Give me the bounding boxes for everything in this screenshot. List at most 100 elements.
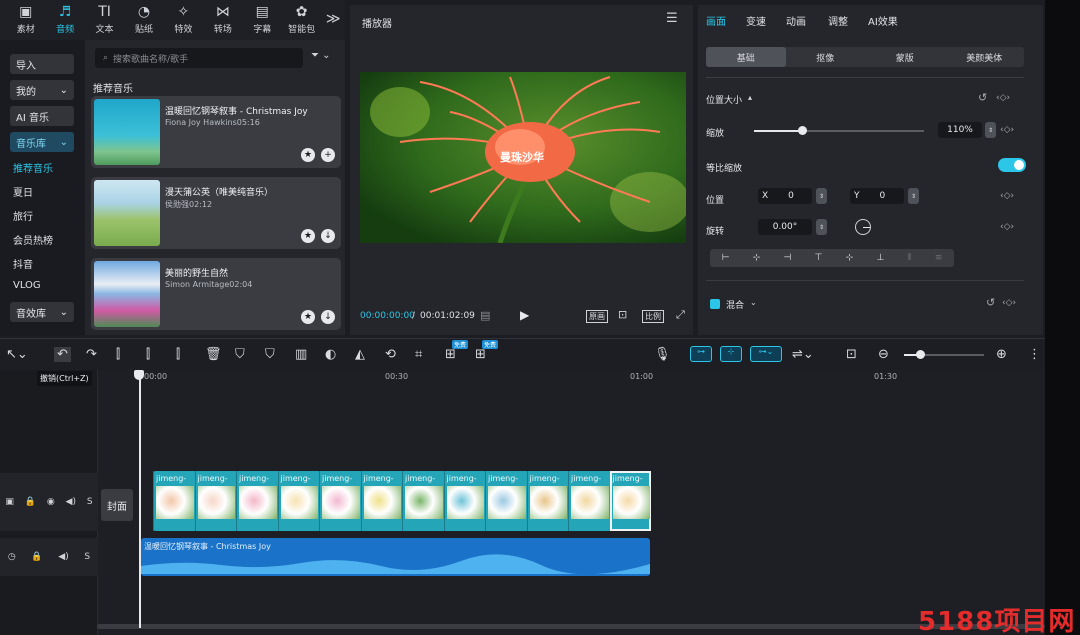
- keyframe-icon[interactable]: ‹◇›: [1000, 191, 1014, 201]
- lock-icon[interactable]: 🔒: [31, 552, 42, 562]
- snapshot-icon[interactable]: ⊡: [618, 308, 627, 321]
- y-field[interactable]: Y0: [850, 188, 904, 204]
- zoom-in-icon[interactable]: ⊕: [996, 347, 1007, 362]
- tool-media[interactable]: ▣ 素材: [6, 0, 45, 40]
- add-button[interactable]: +: [321, 148, 335, 162]
- playhead[interactable]: [139, 370, 141, 628]
- video-clip[interactable]: jimeng-: [319, 471, 361, 531]
- tool-text[interactable]: TI 文本: [85, 0, 124, 40]
- video-clip[interactable]: jimeng-: [194, 471, 237, 531]
- tab-picture[interactable]: 画面: [706, 13, 726, 28]
- download-button[interactable]: ↓: [321, 310, 335, 324]
- tab-adjust[interactable]: 调整: [828, 13, 848, 28]
- volume-icon[interactable]: ◀): [66, 497, 76, 507]
- main-track-magnet-button[interactable]: ⊶: [690, 346, 712, 362]
- video-clip[interactable]: jimeng-: [568, 471, 610, 531]
- split-icon[interactable]: ⫿: [116, 347, 120, 362]
- shield-icon[interactable]: ⛉: [265, 347, 275, 362]
- rotation-dial[interactable]: [855, 219, 871, 235]
- search-input[interactable]: ⌕ 搜索歌曲名称/歌手: [95, 48, 303, 68]
- solo-icon[interactable]: S: [87, 497, 93, 507]
- y-stepper[interactable]: ⇕: [908, 188, 919, 204]
- video-clip[interactable]: jimeng-: [485, 471, 527, 531]
- lock-icon[interactable]: 🔒: [25, 497, 36, 507]
- nav-item-summer[interactable]: 夏日: [13, 184, 85, 200]
- redo-icon[interactable]: ↷: [86, 347, 97, 362]
- mark-icon[interactable]: ⛉: [235, 347, 245, 362]
- keyframe-icon[interactable]: ‹◇›: [1002, 298, 1016, 308]
- crop-icon[interactable]: ⌗: [415, 347, 422, 362]
- delete-icon[interactable]: 🗑: [205, 347, 222, 362]
- volume-icon[interactable]: ◀): [58, 552, 68, 562]
- playhead-handle[interactable]: [134, 370, 144, 380]
- distribute-h-icon[interactable]: ⦀: [908, 253, 912, 263]
- x-stepper[interactable]: ⇕: [816, 188, 827, 204]
- music-card[interactable]: 温暖回忆钢琴叙事 - Christmas Joy Fiona Joy Hawki…: [91, 96, 341, 168]
- import-button[interactable]: 导入: [10, 54, 74, 74]
- video-clip[interactable]: jimeng-: [402, 471, 444, 531]
- fit-timeline-icon[interactable]: ⊡: [846, 347, 857, 362]
- select-tool-icon[interactable]: ↖⌄: [6, 347, 28, 362]
- download-button[interactable]: ↓: [321, 229, 335, 243]
- scale-slider-knob[interactable]: [797, 126, 807, 135]
- uniform-scale-toggle[interactable]: [998, 158, 1026, 172]
- align-left-icon[interactable]: ⊢: [722, 253, 730, 263]
- music-library-dropdown[interactable]: 音乐库 ⌄: [10, 132, 74, 152]
- align-right-icon[interactable]: ⊣: [784, 253, 792, 263]
- video-clip[interactable]: jimeng-: [236, 471, 278, 531]
- nav-item-vlog[interactable]: VLOG: [13, 280, 85, 296]
- video-preview[interactable]: 曼珠沙华: [360, 72, 686, 243]
- time-ruler[interactable]: 00:00 00:30 01:00 01:30: [130, 370, 1045, 388]
- reset-icon[interactable]: ↺: [986, 296, 995, 309]
- distribute-v-icon[interactable]: ≡: [935, 253, 943, 263]
- trim-left-icon[interactable]: ⫿: [146, 347, 150, 362]
- scale-field[interactable]: 110%: [938, 122, 982, 138]
- nav-item-recommended[interactable]: 推荐音乐: [13, 160, 85, 176]
- subtab-beauty[interactable]: 美颜美体: [945, 47, 1025, 67]
- undo-icon[interactable]: ↶: [54, 347, 71, 362]
- filter-button[interactable]: ⏷ ⌄: [311, 50, 331, 61]
- ai-tool-icon[interactable]: ⊞: [475, 347, 486, 362]
- scale-stepper[interactable]: ⇕: [985, 122, 996, 138]
- zoom-slider-knob[interactable]: [916, 350, 925, 359]
- tool-transition[interactable]: ⋈ 转场: [203, 0, 242, 40]
- timeline[interactable]: ▣ 🔒 ◉ ◀) S ◷ 🔒 ◀) S 封面 00:00 00:30 01:00…: [0, 370, 1045, 635]
- blend-checkbox[interactable]: [710, 299, 720, 309]
- auto-snap-button[interactable]: ⊹: [720, 346, 742, 362]
- waveform-toggle-icon[interactable]: ▤: [480, 309, 490, 322]
- nav-item-vip-hot[interactable]: 会员热榜: [13, 232, 85, 248]
- tool-audio[interactable]: ♬ 音频: [45, 0, 84, 40]
- favorite-button[interactable]: ★: [301, 229, 315, 243]
- favorite-button[interactable]: ★: [301, 148, 315, 162]
- keyframe-icon[interactable]: ‹◇›: [1000, 125, 1014, 135]
- tab-animation[interactable]: 动画: [786, 13, 806, 28]
- keyframe-icon[interactable]: ‹◇›: [1000, 222, 1014, 232]
- smart-crop-icon[interactable]: ⊞: [445, 347, 456, 362]
- freeze-icon[interactable]: ▥: [295, 347, 307, 362]
- tab-speed[interactable]: 变速: [746, 13, 766, 28]
- nav-item-douyin[interactable]: 抖音: [13, 256, 85, 272]
- trim-right-icon[interactable]: ⫿: [176, 347, 180, 362]
- caret-up-icon[interactable]: ▴: [748, 93, 752, 102]
- align-center-v-icon[interactable]: ⊹: [846, 253, 854, 263]
- mirror-icon[interactable]: ◭: [355, 347, 365, 362]
- menu-icon[interactable]: ☰: [666, 11, 678, 26]
- subtab-basic[interactable]: 基础: [706, 47, 786, 67]
- original-quality-button[interactable]: 原画: [586, 310, 608, 323]
- favorite-button[interactable]: ★: [301, 310, 315, 324]
- microphone-icon[interactable]: 🎙: [654, 347, 671, 362]
- subtab-mask[interactable]: 蒙版: [865, 47, 945, 67]
- reset-icon[interactable]: ↺: [978, 91, 987, 104]
- nav-item-travel[interactable]: 旅行: [13, 208, 85, 224]
- reverse-icon[interactable]: ◐: [325, 347, 336, 362]
- video-clip[interactable]: jimeng-: [443, 471, 486, 531]
- music-card[interactable]: 美丽的野生自然 Simon Armitage02:04 ★ ↓: [91, 258, 341, 330]
- video-clip[interactable]: jimeng-: [153, 471, 195, 531]
- solo-icon[interactable]: S: [84, 552, 90, 562]
- fullscreen-icon[interactable]: ⤢: [676, 308, 685, 322]
- tab-ai-effects[interactable]: AI效果: [868, 13, 898, 28]
- preview-axis-icon[interactable]: ⇌⌄: [792, 347, 814, 362]
- sound-library-dropdown[interactable]: 音效库 ⌄: [10, 302, 74, 322]
- video-track[interactable]: jimeng-jimeng-jimeng-jimeng-jimeng-jimen…: [153, 471, 651, 531]
- rotate-icon[interactable]: ⟲: [385, 347, 396, 362]
